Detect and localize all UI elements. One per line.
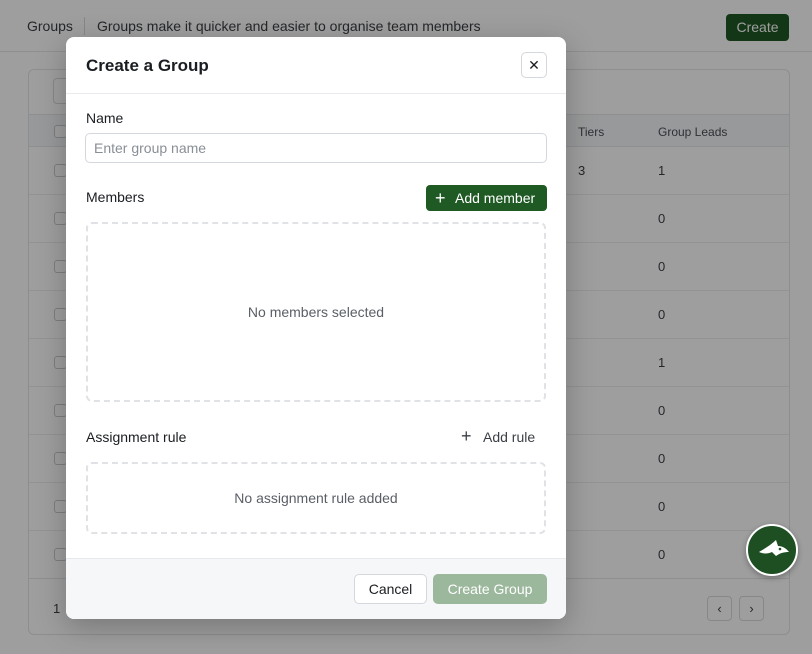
create-group-dialog: Create a Group ✕ Name Members + Add memb… — [66, 37, 566, 619]
dialog-header-divider — [66, 93, 566, 94]
dialog-footer: Cancel Create Group — [66, 558, 566, 619]
name-label: Name — [86, 110, 124, 126]
members-empty-state: No members selected — [86, 222, 546, 402]
chat-launcher-button[interactable] — [746, 524, 798, 576]
add-rule-button[interactable]: + Add rule — [461, 426, 541, 450]
plus-icon: + — [435, 188, 446, 208]
assignment-rule-empty-state: No assignment rule added — [86, 462, 546, 534]
create-group-button[interactable]: Create Group — [433, 574, 547, 604]
group-name-input[interactable] — [85, 133, 547, 163]
plus-icon: + — [461, 426, 472, 446]
assignment-rule-label: Assignment rule — [86, 429, 187, 445]
members-label: Members — [86, 189, 145, 205]
members-empty-text: No members selected — [247, 304, 385, 320]
add-member-button[interactable]: + Add member — [426, 185, 547, 211]
cancel-button[interactable]: Cancel — [354, 574, 427, 604]
assignment-empty-text: No assignment rule added — [234, 490, 398, 506]
close-icon[interactable]: ✕ — [521, 52, 547, 78]
bird-logo-icon — [759, 540, 789, 556]
dialog-title: Create a Group — [86, 56, 209, 75]
add-rule-label: Add rule — [483, 429, 536, 445]
add-member-label: Add member — [455, 190, 536, 206]
